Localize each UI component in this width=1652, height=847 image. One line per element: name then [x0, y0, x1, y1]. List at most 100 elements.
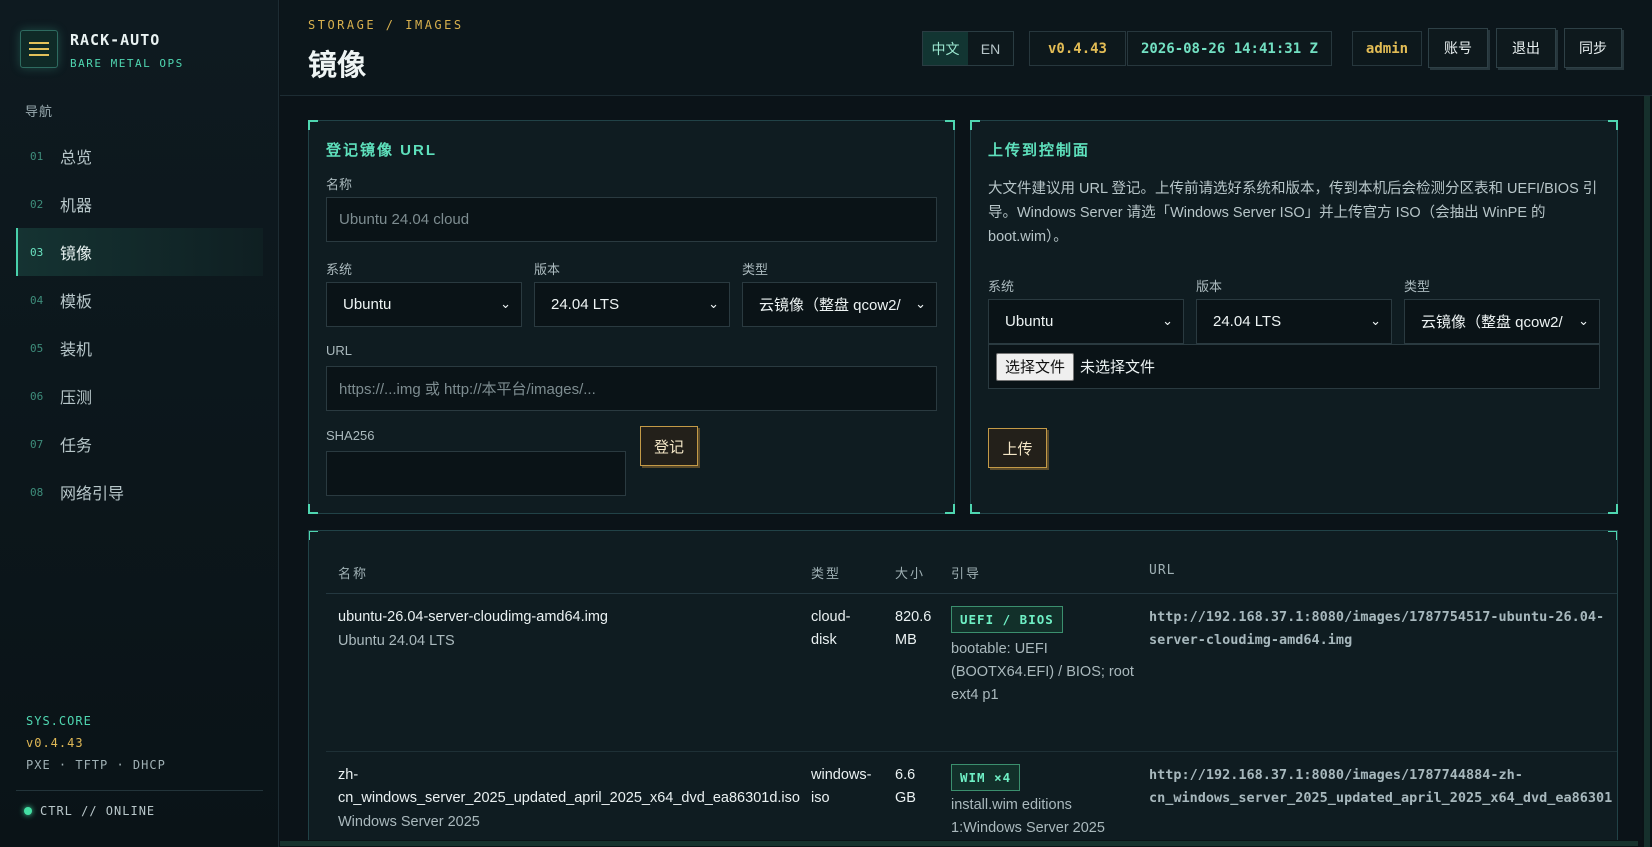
- upload-submit-button[interactable]: 上传: [988, 428, 1047, 468]
- column-header-type: 类型: [811, 566, 842, 581]
- type-select[interactable]: 云镜像（整盘 qcow2/ ⌄: [742, 282, 937, 327]
- chevron-down-icon: ⌄: [500, 296, 511, 311]
- image-type-line: iso: [811, 790, 830, 806]
- horizontal-scrollbar[interactable]: [280, 840, 1642, 847]
- image-type: cloud- disk: [811, 606, 851, 652]
- corner-decoration: [1608, 504, 1618, 514]
- register-image-panel: 登记镜像 URL 名称 Ubuntu 24.04 cloud 系统 Ubuntu…: [308, 120, 955, 514]
- os-label: 系统: [988, 279, 1015, 294]
- version-badge: v0.4.43: [1029, 31, 1126, 66]
- version-select-value: 24.04 LTS: [551, 296, 620, 313]
- row-divider: [326, 751, 1617, 752]
- corner-decoration: [945, 120, 955, 130]
- sidebar-item-overview[interactable]: 01 总览: [16, 132, 263, 180]
- image-size-line: 6.6: [895, 767, 916, 783]
- sidebar-item-netboot[interactable]: 08 网络引导: [16, 468, 263, 516]
- header: STORAGE / IMAGES 镜像 中文 EN v0.4.43 2026-0…: [280, 0, 1652, 96]
- image-url-line: cn_windows_server_2025_updated_april_202…: [1149, 790, 1613, 806]
- scrollbar-thumb[interactable]: [280, 841, 1638, 846]
- chevron-down-icon: ⌄: [915, 296, 926, 311]
- lang-en-button[interactable]: EN: [968, 32, 1013, 65]
- sidebar-item-templates[interactable]: 04 模板: [16, 276, 263, 324]
- os-select-value: Ubuntu: [1005, 313, 1054, 330]
- upload-os-select[interactable]: Ubuntu ⌄: [988, 299, 1184, 344]
- image-size-line: GB: [895, 790, 916, 806]
- image-url-link[interactable]: http://192.168.37.1:8080/images/17877448…: [1149, 764, 1612, 810]
- image-type-line: windows-: [811, 767, 872, 783]
- type-label: 类型: [742, 262, 769, 277]
- nav-number: 02: [30, 197, 44, 211]
- version-select[interactable]: 24.04 LTS ⌄: [534, 282, 730, 327]
- brand-subtitle: BARE METAL OPS: [70, 57, 184, 70]
- sha256-label: SHA256: [326, 428, 375, 443]
- version-select-value: 24.04 LTS: [1213, 313, 1282, 330]
- system-info: SYS.CORE v0.4.43 PXE · TFTP · DHCP: [26, 714, 166, 772]
- sidebar-item-tasks[interactable]: 07 任务: [16, 420, 263, 468]
- image-url-link[interactable]: http://192.168.37.1:8080/images/17877545…: [1149, 606, 1604, 652]
- vertical-scrollbar[interactable]: [1642, 96, 1652, 847]
- os-label: 系统: [326, 262, 353, 277]
- nav-number: 07: [30, 437, 44, 451]
- sidebar-item-label: 任务: [60, 438, 93, 455]
- online-status: CTRL // ONLINE: [24, 804, 155, 818]
- chevron-down-icon: ⌄: [1578, 313, 1589, 328]
- url-input[interactable]: https://...img 或 http://本平台/images/...: [326, 366, 937, 411]
- image-name: zh- cn_windows_server_2025_updated_april…: [338, 764, 800, 810]
- account-button[interactable]: 账号: [1428, 28, 1488, 68]
- image-url-line: http://192.168.37.1:8080/images/17877448…: [1149, 767, 1523, 783]
- image-name-line: zh-: [338, 767, 359, 783]
- os-select[interactable]: Ubuntu ⌄: [326, 282, 522, 327]
- upload-type-select[interactable]: 云镜像（整盘 qcow2/ ⌄: [1404, 299, 1600, 344]
- image-size: 6.6 GB: [895, 764, 916, 810]
- upload-version-select[interactable]: 24.04 LTS ⌄: [1196, 299, 1392, 344]
- clock: 2026-08-26 14:41:31 Z: [1127, 31, 1332, 66]
- boot-detail-line: ext4 p1: [951, 687, 999, 703]
- sys-core-label: SYS.CORE: [26, 714, 92, 728]
- column-header-boot: 引导: [951, 566, 982, 581]
- logout-button[interactable]: 退出: [1496, 28, 1556, 68]
- image-name-input[interactable]: Ubuntu 24.04 cloud: [326, 197, 937, 242]
- nav-list: 01 总览 02 机器 03 镜像 04 模板 05 装机 06 压测 07 任…: [16, 132, 263, 516]
- scrollbar-thumb[interactable]: [1644, 96, 1650, 847]
- image-size-line: MB: [895, 632, 917, 648]
- image-os: Windows Server 2025: [338, 814, 480, 830]
- boot-detail: install.wim editions 1:Windows Server 20…: [951, 794, 1105, 840]
- menu-toggle-button[interactable]: [20, 30, 58, 68]
- sidebar-item-label: 压测: [60, 390, 93, 407]
- sha256-input[interactable]: [326, 451, 626, 496]
- corner-decoration: [1608, 531, 1617, 540]
- lang-zh-button[interactable]: 中文: [923, 32, 968, 65]
- hamburger-icon-bar: [29, 54, 49, 56]
- divider: [16, 790, 263, 791]
- page-title: 镜像: [308, 50, 367, 82]
- version-label: 版本: [534, 262, 561, 277]
- sidebar-item-stress-test[interactable]: 06 压测: [16, 372, 263, 420]
- status-dot-icon: [24, 807, 32, 815]
- image-type-line: disk: [811, 632, 837, 648]
- boot-badge: WIM ×4: [951, 764, 1021, 791]
- chevron-down-icon: ⌄: [1162, 313, 1173, 328]
- nav-number: 01: [30, 149, 44, 163]
- sidebar-item-install[interactable]: 05 装机: [16, 324, 263, 372]
- images-table: 名称 类型 大小 引导 URL ubuntu-26.04-server-clou…: [308, 530, 1618, 847]
- sidebar-item-label: 机器: [60, 198, 93, 215]
- sidebar-item-machines[interactable]: 02 机器: [16, 180, 263, 228]
- sidebar-item-images[interactable]: 03 镜像: [16, 228, 263, 276]
- sync-button[interactable]: 同步: [1564, 28, 1622, 68]
- register-submit-button[interactable]: 登记: [640, 426, 698, 466]
- brand: RACK-AUTO BARE METAL OPS: [20, 30, 184, 70]
- hamburger-icon-bar: [29, 48, 49, 50]
- image-name-line: cn_windows_server_2025_updated_april_202…: [338, 790, 800, 806]
- image-os: Ubuntu 24.04 LTS: [338, 633, 455, 649]
- breadcrumb: STORAGE / IMAGES: [308, 18, 464, 32]
- nav-number: 05: [30, 341, 44, 355]
- choose-file-button[interactable]: 选择文件: [996, 352, 1075, 381]
- version-label: 版本: [1196, 279, 1223, 294]
- nav-number: 08: [30, 485, 44, 499]
- upload-panel: 上传到控制面 大文件建议用 URL 登记。上传前请选好系统和版本，传到本机后会检…: [970, 120, 1618, 514]
- os-select-value: Ubuntu: [343, 296, 392, 313]
- type-select-value: 云镜像（整盘 qcow2/: [759, 297, 901, 314]
- sidebar-item-label: 镜像: [60, 246, 93, 263]
- column-header-name: 名称: [338, 566, 369, 581]
- brand-title: RACK-AUTO: [70, 31, 161, 49]
